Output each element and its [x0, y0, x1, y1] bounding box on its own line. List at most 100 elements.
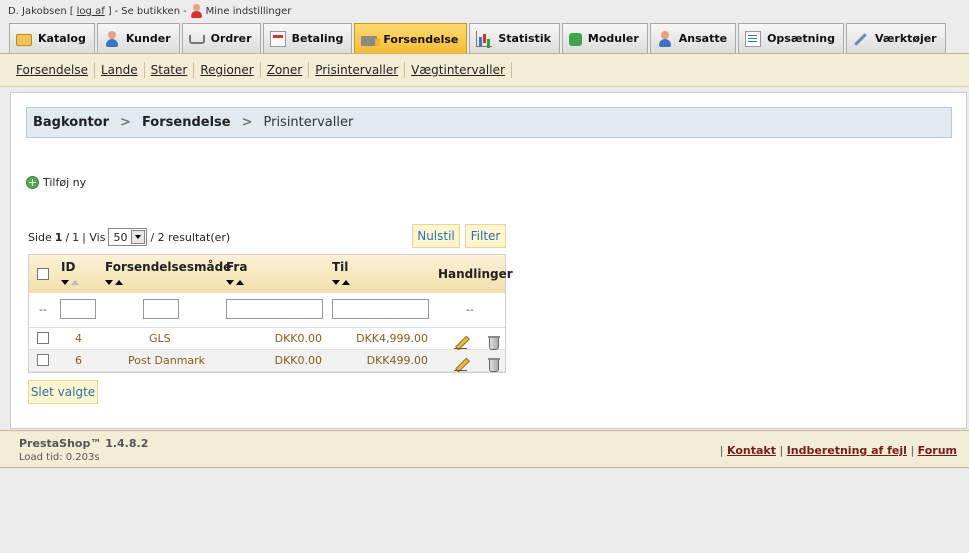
add-new-button[interactable]: Tilføj ny: [26, 176, 86, 189]
row-to: DKK4,999.00: [356, 332, 428, 345]
tab-betaling[interactable]: Betaling: [262, 23, 353, 53]
tab-vaerktoejer[interactable]: Værktøjer: [845, 23, 946, 53]
filter-from-input[interactable]: [226, 299, 323, 319]
sub-menu: Forsendelse Lande Stater Regioner Zoner …: [0, 53, 969, 87]
column-from: Fra: [226, 260, 247, 288]
breadcrumb-root[interactable]: Bagkontor: [33, 115, 109, 130]
results-count: / 2 resultat(er): [150, 230, 231, 244]
folder-icon: [16, 34, 32, 46]
submenu-regioner[interactable]: Regioner: [194, 62, 261, 78]
filter-carrier-input[interactable]: [143, 299, 179, 319]
footer: PrestaShop™ 1.4.8.2 Load tid: 0.203s | K…: [0, 430, 969, 468]
wrench-icon: [853, 31, 869, 47]
current-page: 1: [54, 230, 63, 244]
payment-icon: [269, 30, 286, 47]
chevron-right-icon: >: [120, 115, 131, 130]
user-bar: D. Jakobsen [ log af ] - Se butikken - M…: [8, 3, 291, 19]
load-time: Load tid: 0.203s: [19, 452, 100, 463]
row-to: DKK499.00: [366, 354, 428, 367]
filter-id-input[interactable]: [60, 299, 96, 319]
user-icon: [190, 4, 203, 18]
submenu-stater[interactable]: Stater: [145, 62, 195, 78]
submenu-prisintervaller[interactable]: Prisintervaller: [309, 62, 406, 78]
sort-desc-icon[interactable]: [226, 280, 234, 285]
column-id: ID: [61, 260, 79, 288]
per-page-select[interactable]: 50: [108, 228, 148, 246]
edit-icon[interactable]: [454, 358, 467, 371]
add-icon: [26, 176, 39, 189]
reset-button[interactable]: Nulstil: [412, 224, 460, 248]
bracket-close: ]: [107, 5, 112, 17]
sort-asc-icon[interactable]: [342, 280, 350, 285]
version-label: PrestaShop™ 1.4.8.2: [19, 437, 149, 450]
delete-selected-button[interactable]: Slet valgte: [28, 380, 98, 404]
submenu-zoner[interactable]: Zoner: [261, 62, 310, 78]
filter-button[interactable]: Filter: [465, 224, 506, 248]
pagination: Side 1 / 1 | Vis 50 / 2 resultat(er): [28, 228, 230, 246]
add-new-label: Tilføj ny: [43, 176, 87, 189]
row-from: DKK0.00: [274, 354, 322, 367]
cart-icon: [188, 35, 205, 44]
content-panel: Bagkontor > Forsendelse > Prisintervalle…: [10, 92, 967, 429]
chart-icon: [476, 30, 493, 47]
tab-ordrer[interactable]: Ordrer: [181, 23, 261, 53]
logout-link[interactable]: log af: [77, 6, 105, 17]
breadcrumb: Bagkontor > Forsendelse > Prisintervalle…: [26, 107, 952, 138]
view-shop-link[interactable]: Se butikken: [121, 6, 180, 17]
truck-icon: [361, 35, 381, 46]
puzzle-icon: [568, 33, 582, 46]
sort-desc-icon[interactable]: [105, 280, 113, 285]
sort-asc-icon[interactable]: [236, 280, 244, 285]
tab-opsaetning[interactable]: Opsætning: [738, 23, 844, 53]
sort-desc-icon[interactable]: [61, 280, 69, 285]
tab-kunder[interactable]: Kunder: [96, 23, 180, 53]
tab-ansatte[interactable]: Ansatte: [649, 23, 737, 53]
bug-report-link[interactable]: Indberetning af fejl: [787, 444, 907, 457]
user-icon: [657, 30, 673, 47]
column-to: Til: [332, 260, 350, 288]
column-carrier: Forsendelsesmåde: [105, 260, 231, 288]
select-all-checkbox[interactable]: [37, 268, 49, 280]
employee-name: D. Jakobsen: [8, 5, 67, 17]
sort-desc-icon[interactable]: [332, 280, 340, 285]
row-id: 4: [75, 332, 82, 345]
contact-link[interactable]: Kontakt: [727, 444, 776, 457]
submenu-vaegtintervaller[interactable]: Vægtintervaller: [405, 62, 512, 78]
table-row[interactable]: 6 Post Danmark DKK0.00 DKK499.00: [29, 350, 505, 372]
breadcrumb-current: Prisintervaller: [263, 115, 354, 130]
chevron-down-icon: [131, 230, 146, 244]
row-carrier: Post Danmark: [128, 354, 206, 367]
total-pages: 1: [72, 230, 80, 244]
table-row[interactable]: 4 GLS DKK0.00 DKK4,999.00: [29, 328, 505, 350]
tab-katalog[interactable]: Katalog: [9, 23, 95, 53]
filter-row: -- --: [29, 293, 505, 328]
filter-placeholder: --: [39, 303, 47, 316]
edit-icon[interactable]: [454, 336, 467, 349]
user-icon: [104, 30, 120, 47]
tab-forsendelse[interactable]: Forsendelse: [354, 23, 468, 54]
row-from: DKK0.00: [274, 332, 322, 345]
filter-to-input[interactable]: [332, 299, 429, 319]
bracket-open: [: [69, 5, 74, 17]
chevron-right-icon: >: [241, 115, 253, 130]
delete-icon[interactable]: [488, 358, 500, 372]
delete-icon[interactable]: [488, 336, 500, 350]
column-actions: Handlinger: [438, 267, 513, 281]
breadcrumb-section[interactable]: Forsendelse: [142, 115, 231, 130]
submenu-forsendelse[interactable]: Forsendelse: [10, 62, 95, 78]
tab-statistik[interactable]: Statistik: [469, 23, 560, 53]
sort-asc-icon[interactable]: [71, 280, 79, 285]
sort-asc-icon[interactable]: [115, 280, 123, 285]
row-checkbox[interactable]: [37, 332, 49, 344]
price-ranges-table: ID Forsendelsesmåde Fra Til Handlinger -…: [28, 254, 513, 373]
row-checkbox[interactable]: [37, 354, 49, 366]
row-id: 6: [75, 354, 82, 367]
forum-link[interactable]: Forum: [918, 444, 957, 457]
submenu-lande[interactable]: Lande: [95, 62, 145, 78]
my-settings-link[interactable]: Mine indstillinger: [206, 6, 292, 17]
filter-actions-placeholder: --: [466, 303, 474, 316]
row-carrier: GLS: [149, 332, 171, 345]
main-tabs: Katalog Kunder Ordrer Betaling Forsendel…: [9, 23, 946, 54]
footer-links: | Kontakt | Indberetning af fejl | Forum: [719, 444, 957, 457]
tab-moduler[interactable]: Moduler: [561, 23, 648, 53]
